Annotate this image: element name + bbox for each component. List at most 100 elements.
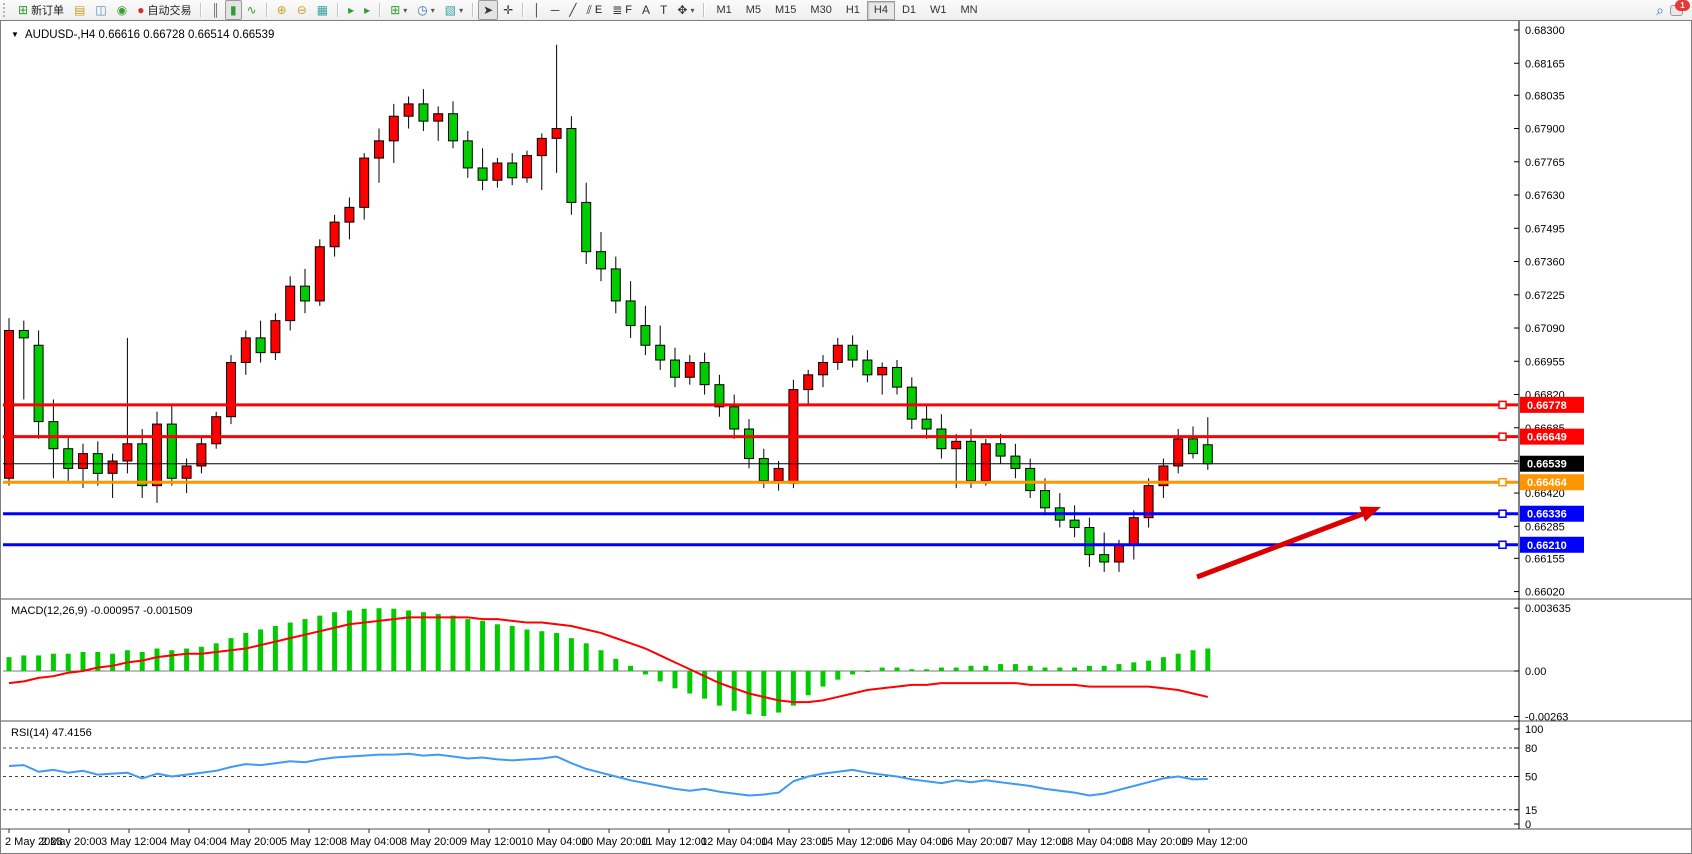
bear-candle[interactable]	[759, 459, 768, 481]
indicator-list-button[interactable]: ▸	[343, 0, 359, 20]
line-handle[interactable]	[1499, 510, 1506, 517]
bear-candle[interactable]	[449, 114, 458, 141]
bear-candle[interactable]	[1041, 491, 1050, 508]
bear-candle[interactable]	[863, 360, 872, 375]
bull-candle[interactable]	[360, 158, 369, 207]
bull-candle[interactable]	[241, 338, 250, 363]
bull-candle[interactable]	[182, 466, 191, 478]
bear-candle[interactable]	[138, 444, 147, 486]
bear-candle[interactable]	[937, 429, 946, 449]
bull-candle[interactable]	[552, 129, 561, 139]
tile-windows-button[interactable]: ▦	[312, 0, 333, 20]
line-handle[interactable]	[1499, 433, 1506, 440]
bear-candle[interactable]	[508, 163, 517, 178]
bull-candle[interactable]	[212, 417, 221, 444]
cursor-button[interactable]: ➤	[478, 0, 498, 20]
timeframe-m5[interactable]: M5	[739, 1, 768, 20]
bear-candle[interactable]	[1085, 528, 1094, 555]
bear-candle[interactable]	[463, 141, 472, 168]
price-chart[interactable]: 0.683000.681650.680350.679000.677650.676…	[1, 21, 1691, 853]
bear-candle[interactable]	[1026, 468, 1035, 490]
bull-candle[interactable]	[153, 424, 162, 486]
bear-candle[interactable]	[967, 441, 976, 480]
bull-candle[interactable]	[523, 156, 532, 178]
timeframe-d1[interactable]: D1	[895, 1, 923, 20]
bull-candle[interactable]	[227, 363, 236, 417]
bear-candle[interactable]	[996, 444, 1005, 456]
data-window-button[interactable]: ◫	[90, 0, 111, 20]
bear-candle[interactable]	[64, 449, 73, 469]
bull-candle[interactable]	[1174, 439, 1183, 466]
bear-candle[interactable]	[671, 360, 680, 377]
search-icon[interactable]: ⌕	[1656, 2, 1664, 19]
timeframe-h4[interactable]: H4	[867, 1, 895, 20]
bull-candle[interactable]	[493, 163, 502, 180]
bull-candle[interactable]	[804, 375, 813, 390]
bear-candle[interactable]	[167, 424, 176, 478]
bear-candle[interactable]	[1189, 439, 1198, 454]
bear-candle[interactable]	[745, 429, 754, 459]
bull-candle[interactable]	[389, 116, 398, 141]
bull-candle[interactable]	[685, 363, 694, 378]
template-button[interactable]: ▧▾	[440, 0, 468, 20]
bear-candle[interactable]	[893, 367, 902, 387]
bear-candle[interactable]	[301, 286, 310, 301]
horizontal-line-button[interactable]: ─	[546, 0, 565, 20]
bear-candle[interactable]	[256, 338, 265, 353]
new-order-button[interactable]: ⊞新订单	[13, 0, 69, 20]
line-handle[interactable]	[1499, 479, 1506, 486]
timeframe-mn[interactable]: MN	[954, 1, 985, 20]
fibonacci-button[interactable]: ≣F	[607, 0, 637, 20]
bear-candle[interactable]	[19, 330, 28, 337]
bear-candle[interactable]	[1011, 456, 1020, 468]
indicator-window-button[interactable]: ▸	[359, 0, 375, 20]
bull-candle[interactable]	[286, 286, 295, 320]
bear-candle[interactable]	[419, 104, 428, 121]
bear-candle[interactable]	[611, 269, 620, 301]
bear-candle[interactable]	[34, 345, 43, 421]
vertical-line-button[interactable]: │	[528, 0, 546, 20]
bull-candle[interactable]	[315, 247, 324, 301]
period-clock-button[interactable]: ◷▾	[412, 0, 440, 20]
timeframe-h1[interactable]: H1	[839, 1, 867, 20]
notifications-button[interactable]: 1	[1670, 3, 1686, 17]
bear-candle[interactable]	[478, 168, 487, 180]
bull-candle[interactable]	[108, 461, 117, 473]
candlestick-button[interactable]: ▮	[225, 0, 242, 20]
bull-candle[interactable]	[1129, 518, 1138, 545]
market-watch-button[interactable]: ▤	[69, 0, 90, 20]
bull-candle[interactable]	[833, 345, 842, 362]
bear-candle[interactable]	[626, 301, 635, 326]
zoom-in-button[interactable]: ⊕	[272, 0, 292, 20]
bull-candle[interactable]	[79, 454, 88, 469]
timeframe-m15[interactable]: M15	[768, 1, 803, 20]
bull-candle[interactable]	[345, 207, 354, 222]
bull-candle[interactable]	[434, 114, 443, 121]
bear-candle[interactable]	[907, 387, 916, 419]
crosshair-button[interactable]: ✛	[498, 0, 518, 20]
shapes-button[interactable]: ✥▾	[672, 0, 699, 20]
line-handle[interactable]	[1499, 401, 1506, 408]
timeframe-m1[interactable]: M1	[709, 1, 738, 20]
bear-candle[interactable]	[597, 252, 606, 269]
bear-candle[interactable]	[730, 407, 739, 429]
bear-candle[interactable]	[700, 363, 709, 385]
bull-candle[interactable]	[537, 138, 546, 155]
bear-candle[interactable]	[582, 202, 591, 251]
bull-candle[interactable]	[952, 441, 961, 448]
text-button[interactable]: A	[637, 0, 655, 20]
bull-candle[interactable]	[404, 104, 413, 116]
bear-candle[interactable]	[656, 345, 665, 360]
bull-candle[interactable]	[330, 222, 339, 247]
add-indicator-button[interactable]: ⊞▾	[385, 0, 412, 20]
navigator-button[interactable]: ◉	[112, 0, 132, 20]
bull-candle[interactable]	[819, 363, 828, 375]
bull-candle[interactable]	[123, 444, 132, 461]
bull-candle[interactable]	[774, 468, 783, 480]
bull-candle[interactable]	[271, 321, 280, 353]
line-handle[interactable]	[1499, 541, 1506, 548]
bull-candle[interactable]	[375, 141, 384, 158]
timeframe-w1[interactable]: W1	[923, 1, 954, 20]
channel-button[interactable]: ⫽E	[582, 0, 608, 20]
bull-candle[interactable]	[1115, 545, 1124, 562]
